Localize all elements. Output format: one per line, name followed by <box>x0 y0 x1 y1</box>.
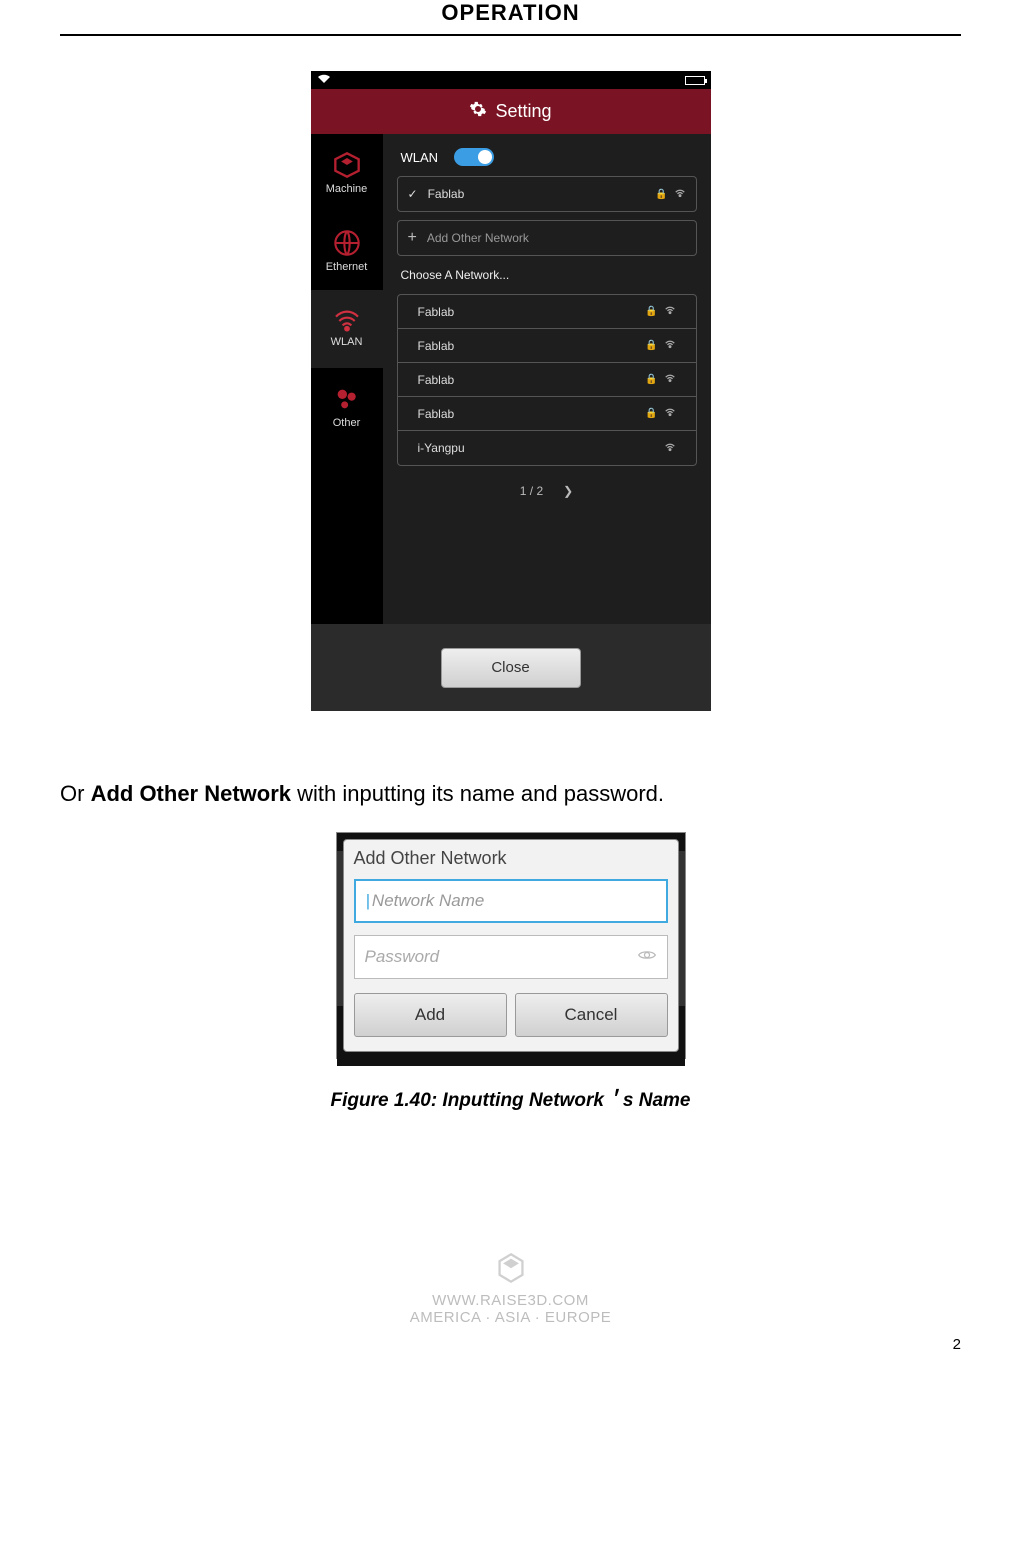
add-other-network-button[interactable]: + Add Other Network <box>397 220 697 256</box>
sidebar-item-machine[interactable]: Machine <box>311 134 383 212</box>
dialog-title: Add Other Network <box>354 848 668 869</box>
page-number: 2 <box>0 1326 1021 1353</box>
network-row[interactable]: Fablab 🔒 <box>398 329 696 363</box>
network-name: Fablab <box>418 339 455 353</box>
sidebar-item-other[interactable]: Other <box>311 368 383 446</box>
page-footer: WWW.RAISE3D.COM AMERICA · ASIA · EUROPE <box>0 1252 1021 1326</box>
password-placeholder: Password <box>365 947 440 967</box>
choose-network-label: Choose A Network... <box>397 264 697 286</box>
lock-icon: 🔒 <box>645 374 657 385</box>
network-name-placeholder: Network Name <box>372 891 484 911</box>
wifi-icon <box>664 442 676 455</box>
add-other-label: Add Other Network <box>427 231 529 245</box>
network-list: Fablab 🔒 Fablab 🔒 Fablab 🔒 Fablab 🔒 i-Ya… <box>397 294 697 466</box>
network-row[interactable]: Fablab 🔒 <box>398 295 696 329</box>
wlan-label: WLAN <box>401 150 439 165</box>
page-title: OPERATION <box>60 0 961 36</box>
lock-icon: 🔒 <box>645 340 657 351</box>
wifi-icon <box>664 407 676 420</box>
lock-icon: 🔒 <box>655 189 667 200</box>
content-panel: WLAN ✓ Fablab 🔒 + Add Other Network Choo… <box>383 134 711 624</box>
page-indicator: 1 / 2 <box>520 484 543 498</box>
network-row[interactable]: Fablab 🔒 <box>398 363 696 397</box>
footer-regions: AMERICA · ASIA · EUROPE <box>0 1309 1021 1326</box>
settings-screen: Setting Machine Ethernet WLAN Other WLAN <box>311 71 711 711</box>
network-row[interactable]: Fablab 🔒 <box>398 397 696 431</box>
connected-network-row[interactable]: ✓ Fablab 🔒 <box>397 176 697 212</box>
title-bar: Setting <box>311 89 711 134</box>
wifi-icon <box>664 339 676 352</box>
network-name: i-Yangpu <box>418 441 465 455</box>
password-input[interactable]: Password <box>354 935 668 979</box>
sidebar-item-label: Other <box>333 417 361 429</box>
wifi-status-icon <box>317 74 331 87</box>
wlan-toggle[interactable] <box>454 148 494 166</box>
chevron-right-icon[interactable]: ❯ <box>563 484 573 498</box>
sidebar-item-label: WLAN <box>331 336 363 348</box>
add-network-dialog: WLAN Fablab Add Other Network Network Na… <box>336 832 686 1059</box>
cancel-button[interactable]: Cancel <box>515 993 668 1037</box>
title-label: Setting <box>495 101 551 122</box>
body-paragraph: Or Add Other Network with inputting its … <box>60 781 1021 807</box>
add-button[interactable]: Add <box>354 993 507 1037</box>
network-name: Fablab <box>418 373 455 387</box>
sidebar-item-label: Ethernet <box>326 261 368 273</box>
figure-caption: Figure 1.40: Inputting Network＇s Name <box>0 1085 1021 1112</box>
check-icon: ✓ <box>408 187 418 201</box>
wifi-icon <box>664 305 676 318</box>
eye-icon[interactable] <box>637 947 657 967</box>
sidebar-item-wlan[interactable]: WLAN <box>311 290 383 368</box>
gear-icon <box>469 100 487 123</box>
paragraph-prefix: Or <box>60 781 91 806</box>
battery-icon <box>685 76 705 85</box>
network-name: Fablab <box>418 407 455 421</box>
plus-icon: + <box>408 229 417 247</box>
wlan-toggle-row: WLAN <box>397 146 697 168</box>
sidebar: Machine Ethernet WLAN Other <box>311 134 383 624</box>
close-button[interactable]: Close <box>441 648 581 688</box>
sidebar-item-ethernet[interactable]: Ethernet <box>311 212 383 290</box>
pager: 1 / 2 ❯ <box>397 474 697 508</box>
lock-icon: 🔒 <box>645 408 657 419</box>
status-bar <box>311 71 711 89</box>
paragraph-suffix: with inputting its name and password. <box>291 781 664 806</box>
network-name: Fablab <box>418 305 455 319</box>
lock-icon: 🔒 <box>645 306 657 317</box>
bottom-bar: Close <box>311 624 711 711</box>
network-name-input[interactable]: Network Name <box>354 879 668 923</box>
footer-logo-icon <box>497 1252 525 1284</box>
paragraph-bold: Add Other Network <box>91 781 291 806</box>
footer-url: WWW.RAISE3D.COM <box>0 1292 1021 1309</box>
network-row[interactable]: i-Yangpu <box>398 431 696 465</box>
connected-network-label: Fablab <box>428 187 645 201</box>
sidebar-item-label: Machine <box>326 183 368 195</box>
wifi-icon <box>674 188 686 201</box>
wifi-icon <box>664 373 676 386</box>
